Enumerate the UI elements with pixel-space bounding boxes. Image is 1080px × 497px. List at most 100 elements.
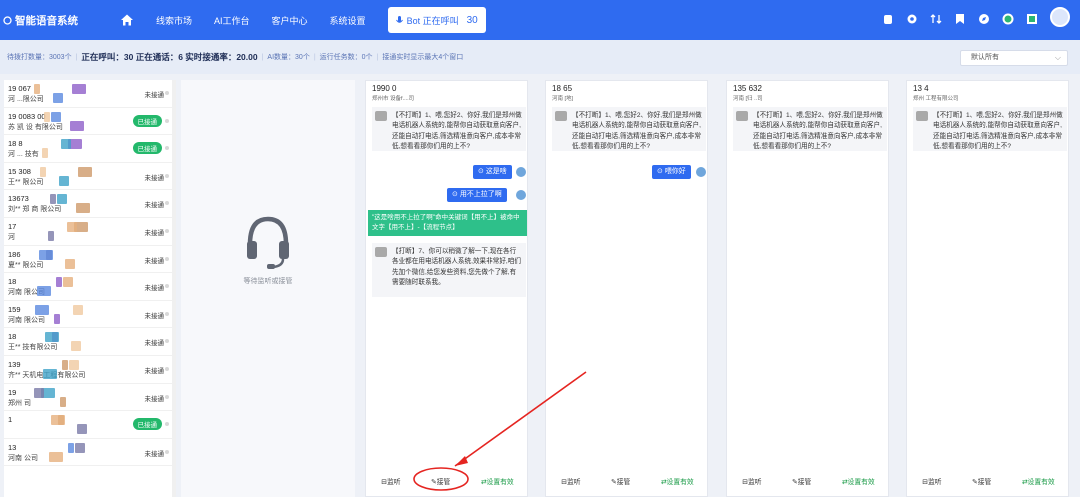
globe-icon[interactable] [1002, 13, 1014, 25]
privacy-mosaic [73, 304, 83, 315]
panel-phone: 1990 0 [372, 84, 397, 93]
reply-text: 用不上拉了啊 [459, 191, 502, 198]
panel-company: 郑州 工程有限公司 [913, 96, 959, 102]
privacy-mosaic [76, 203, 90, 214]
list-item[interactable]: 13673 刘** 郑 商 限公司 未接通 [4, 190, 172, 218]
panel-company: 河南 [归 ..司 [733, 96, 763, 102]
row-indicator [165, 449, 169, 454]
row-indicator [165, 146, 169, 151]
listen-button[interactable]: ⊟监听 [922, 476, 941, 486]
message-text: 【不打断】1、喂,您好2、你好,我们是郑州做电话机器人系统的,能帮你自动获取意向… [933, 112, 1063, 150]
bookmark-icon[interactable] [954, 13, 966, 25]
listen-button[interactable]: ⊟监听 [381, 476, 400, 486]
privacy-mosaic [59, 175, 69, 186]
nav-clue-market[interactable]: 线索市场 [156, 14, 192, 27]
privacy-mosaic [72, 84, 86, 94]
nav-system-settings[interactable]: 系统设置 [330, 14, 366, 27]
privacy-mosaic [56, 277, 62, 288]
bot-count: 30 [466, 14, 478, 26]
logo-icon [3, 15, 12, 25]
privacy-mosaic [40, 166, 46, 177]
robot-avatar-icon [736, 111, 748, 121]
privacy-mosaic [43, 368, 57, 379]
settings-icon[interactable] [906, 13, 918, 25]
set-valid-button[interactable]: ⇄设置有效 [481, 476, 514, 486]
list-item[interactable]: 18 8 河 ... 技有 已接通 [4, 135, 172, 163]
privacy-mosaic [67, 221, 77, 232]
nav-customer-center[interactable]: 客户中心 [272, 14, 308, 27]
privacy-mosaic [75, 442, 85, 453]
top-nav: 智能语音系统 线索市场 AI工作台 客户中心 系统设置 Bot 正在呼叫 30 [0, 0, 1080, 40]
set-valid-button[interactable]: ⇄设置有效 [842, 476, 875, 486]
row-indicator [165, 256, 169, 261]
list-item[interactable]: 19 郑州 司 未接通 [4, 384, 172, 412]
list-item[interactable]: 18 河南 限公司 未接通 [4, 273, 172, 301]
list-item[interactable]: 19 0083 00 苏 凯 设 有限公司 已接通 [4, 108, 172, 136]
list-item-phone: 19 [8, 387, 17, 397]
bot-message: 【不打断】1、喂,您好2、你好,我们是郑州做电话机器人系统的,能帮你自动获取意向… [552, 107, 706, 151]
takeover-button[interactable]: ✎接管 [792, 476, 811, 486]
privacy-mosaic [42, 148, 48, 159]
list-item-status: 未接通 [144, 450, 165, 458]
privacy-mosaic [57, 194, 67, 205]
list-item-status: 未接通 [144, 285, 165, 293]
reply-text: 喂你好 [664, 168, 686, 175]
filter-select[interactable]: 默认所有 ⌵ [960, 50, 1068, 66]
reply-text: 这是啥 [485, 168, 507, 175]
privacy-mosaic [37, 286, 51, 297]
user-reply: ⊙ 用不上拉了啊 [447, 188, 507, 202]
robot-icon[interactable] [882, 13, 894, 25]
panel-phone: 135 632 [733, 84, 762, 93]
list-item-company: 王** 限公司 [8, 178, 44, 186]
filter-value: 默认所有 [971, 54, 999, 61]
privacy-mosaic [63, 277, 73, 288]
screen-icon[interactable] [1026, 13, 1038, 25]
listen-button[interactable]: ⊟监听 [561, 476, 580, 486]
takeover-button[interactable]: ✎接管 [431, 476, 450, 486]
list-item[interactable]: 13 河南 公司 未接通 [4, 439, 172, 467]
headset-icon [247, 216, 289, 269]
app-logo[interactable]: 智能语音系统 [0, 13, 116, 28]
chevron-down-icon: ⌵ [1054, 53, 1061, 62]
list-item[interactable]: 17 河 未接通 [4, 218, 172, 246]
list-item-phone: 15 308 [8, 166, 31, 176]
set-valid-button[interactable]: ⇄设置有效 [1022, 476, 1055, 486]
panel-phone: 18 65 [552, 84, 573, 93]
list-item[interactable]: 159 河南 限公司 未接通 [4, 301, 172, 329]
call-list: 19 067 河 ...限公司 未接通 19 0083 00 苏 凯 设 有限公司 已接通… [4, 80, 172, 497]
list-item[interactable]: 15 308 王** 限公司 未接通 [4, 163, 172, 191]
list-item-status: 未接通 [144, 367, 165, 375]
privacy-mosaic [34, 387, 44, 398]
panel-phone: 13 4 [913, 84, 929, 93]
takeover-button[interactable]: ✎接管 [972, 476, 991, 486]
list-item-company: 苏 凯 设 有限公司 [8, 123, 63, 131]
privacy-mosaic [62, 359, 68, 370]
set-valid-button[interactable]: ⇄设置有效 [661, 476, 694, 486]
list-item[interactable]: 18 王** 技有限公司 未接通 [4, 328, 172, 356]
privacy-mosaic [60, 396, 66, 407]
list-item-phone: 18 8 [8, 139, 23, 149]
list-item[interactable]: 19 067 河 ...限公司 未接通 [4, 80, 172, 108]
privacy-mosaic [69, 359, 79, 370]
row-indicator [165, 422, 169, 427]
home-icon[interactable] [120, 13, 134, 27]
privacy-mosaic [51, 415, 65, 426]
list-scrollbar[interactable] [172, 80, 176, 497]
nav-ai-workbench[interactable]: AI工作台 [214, 14, 250, 27]
list-item[interactable]: 1 已接通 [4, 411, 172, 439]
privacy-mosaic [45, 332, 59, 343]
list-item-status: 已接通 [132, 114, 162, 127]
bot-status-box[interactable]: Bot 正在呼叫 30 [387, 7, 486, 33]
list-item-status: 未接通 [144, 340, 165, 348]
chat-panel-2: 18 65 河南 [地] 【不打断】1、喂,您好2、你好,我们是郑州做电话机器人… [545, 80, 708, 497]
list-item[interactable]: 186 夏** 限公司 未接通 [4, 246, 172, 274]
list-item-company: 夏** 限公司 [8, 261, 44, 269]
avatar[interactable] [1050, 7, 1070, 27]
listen-button[interactable]: ⊟监听 [742, 476, 761, 486]
privacy-mosaic [78, 166, 92, 177]
takeover-button[interactable]: ✎接管 [611, 476, 630, 486]
robot-avatar-icon [375, 247, 387, 257]
list-item[interactable]: 139齐** 天机电工程有限公司未接通 [4, 356, 172, 384]
transfer-icon[interactable] [930, 13, 942, 25]
compass-icon[interactable] [978, 13, 990, 25]
